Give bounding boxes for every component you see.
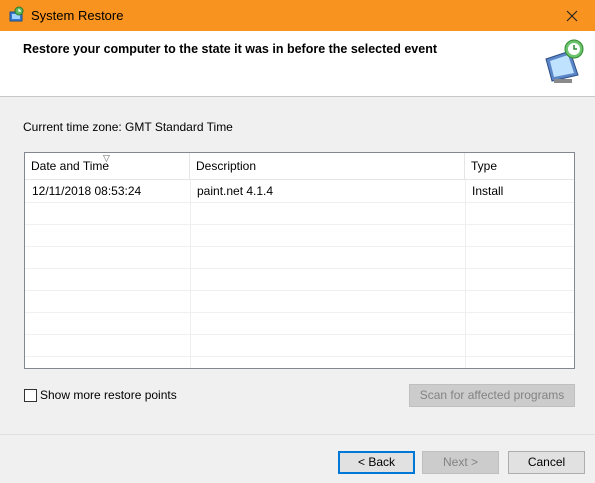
next-button[interactable]: Next > — [422, 451, 499, 474]
column-header-date[interactable]: ▽ Date and Time — [25, 153, 190, 180]
column-header-description-label: Description — [196, 159, 257, 173]
show-more-label: Show more restore points — [40, 388, 177, 402]
grid-divider — [25, 202, 574, 203]
cancel-button[interactable]: Cancel — [508, 451, 585, 474]
list-header: ▽ Date and Time Description Type — [25, 153, 574, 180]
window-title: System Restore — [31, 8, 124, 23]
table-row[interactable]: 12/11/2018 08:53:24 paint.net 4.1.4 Inst… — [25, 180, 574, 202]
grid-divider — [25, 356, 574, 357]
column-header-description[interactable]: Description — [190, 153, 465, 180]
grid-divider — [25, 312, 574, 313]
grid-divider — [25, 246, 574, 247]
column-header-type[interactable]: Type — [465, 153, 574, 180]
sort-arrow-icon: ▽ — [103, 153, 110, 163]
checkbox-box[interactable] — [24, 388, 37, 402]
title-bar: System Restore — [0, 0, 595, 31]
system-restore-monitor-icon — [540, 37, 590, 87]
cell-date: 12/11/2018 08:53:24 — [32, 184, 142, 198]
grid-divider — [465, 180, 466, 368]
show-more-restore-points-checkbox[interactable]: Show more restore points — [24, 388, 177, 402]
grid-divider — [25, 334, 574, 335]
close-icon — [566, 10, 578, 21]
wizard-header: Restore your computer to the state it wa… — [0, 31, 595, 97]
timezone-label: Current time zone: GMT Standard Time — [23, 120, 233, 134]
restore-points-list[interactable]: ▽ Date and Time Description Type 12/11/2… — [24, 152, 575, 369]
close-button[interactable] — [549, 0, 595, 31]
grid-divider — [190, 180, 191, 368]
grid-divider — [25, 224, 574, 225]
grid-divider — [25, 290, 574, 291]
back-button[interactable]: < Back — [338, 451, 415, 474]
column-header-type-label: Type — [471, 159, 498, 173]
grid-divider — [25, 268, 574, 269]
scan-affected-programs-button[interactable]: Scan for affected programs — [409, 384, 575, 407]
cell-description: paint.net 4.1.4 — [197, 184, 274, 198]
cell-type: Install — [472, 184, 504, 198]
page-title: Restore your computer to the state it wa… — [23, 42, 437, 56]
footer-divider — [0, 434, 595, 435]
column-header-date-label: Date and Time — [31, 159, 110, 173]
system-restore-icon — [7, 6, 25, 24]
